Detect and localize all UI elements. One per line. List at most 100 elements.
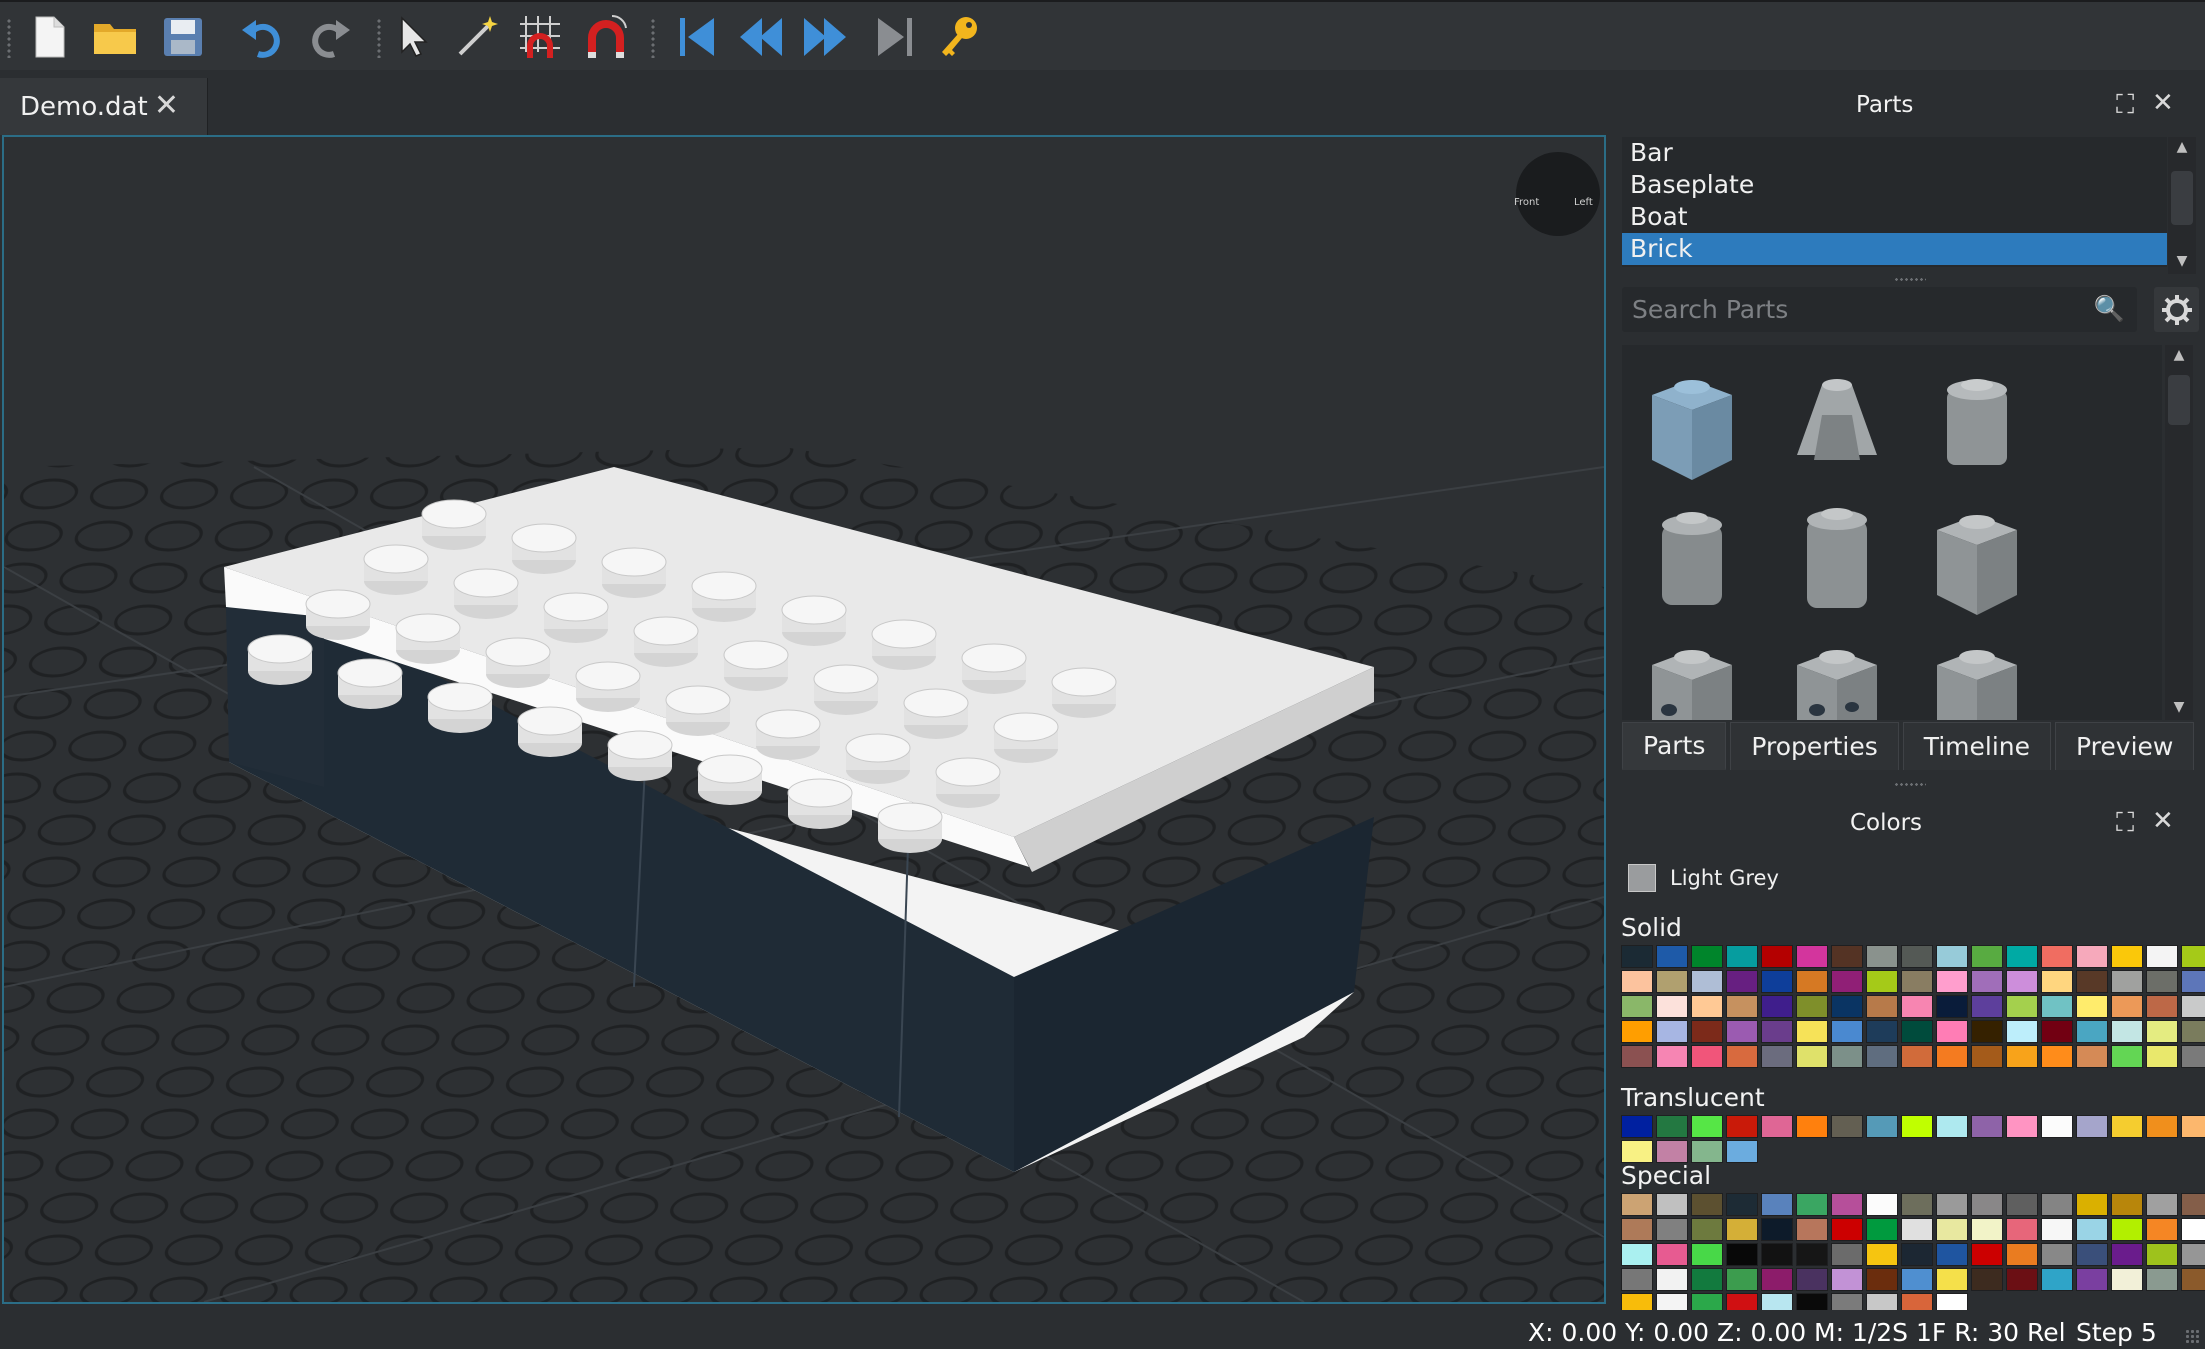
color-swatch[interactable] [1621, 945, 1653, 968]
color-swatch[interactable] [2006, 995, 2038, 1018]
scroll-up-icon[interactable]: ▲ [2168, 137, 2196, 157]
color-swatch[interactable] [1936, 1020, 1968, 1043]
color-swatch[interactable] [2181, 1020, 2205, 1043]
color-swatch[interactable] [1691, 1140, 1723, 1163]
select-tool-button[interactable] [386, 10, 440, 64]
color-swatch[interactable] [2146, 945, 2178, 968]
color-swatch[interactable] [1621, 1268, 1653, 1291]
color-swatch[interactable] [1866, 1115, 1898, 1138]
color-swatch[interactable] [1726, 1243, 1758, 1266]
color-swatch[interactable] [1901, 1045, 1933, 1068]
color-swatch[interactable] [1796, 1020, 1828, 1043]
color-swatch[interactable] [1831, 1268, 1863, 1291]
scroll-thumb[interactable] [2168, 375, 2190, 425]
list-item[interactable]: Baseplate [1622, 169, 2167, 201]
color-swatch[interactable] [1621, 1140, 1653, 1163]
part-preview-brick-grille[interactable] [1922, 500, 2032, 625]
tab-parts[interactable]: Parts [1622, 722, 1727, 770]
part-preview-cone[interactable] [1782, 365, 1892, 490]
color-swatch[interactable] [1866, 1020, 1898, 1043]
color-swatch[interactable] [1621, 1218, 1653, 1241]
color-swatch[interactable] [1621, 1045, 1653, 1068]
color-swatch[interactable] [2076, 1193, 2108, 1216]
close-icon[interactable]: ✕ [2152, 806, 2174, 836]
part-preview-brick-print[interactable] [1922, 635, 2032, 720]
color-swatch[interactable] [2006, 1193, 2038, 1216]
undock-icon[interactable]: ⛶ [2116, 90, 2134, 121]
color-swatch[interactable] [1866, 1193, 1898, 1216]
color-swatch[interactable] [1831, 1243, 1863, 1266]
redo-button[interactable] [302, 10, 356, 64]
color-swatch[interactable] [1866, 970, 1898, 993]
color-swatch[interactable] [2181, 1268, 2205, 1291]
color-swatch[interactable] [1901, 970, 1933, 993]
color-swatch[interactable] [1656, 1218, 1688, 1241]
color-swatch[interactable] [1691, 945, 1723, 968]
color-swatch[interactable] [2146, 1243, 2178, 1266]
toolbar-grip[interactable] [650, 18, 656, 58]
color-swatch[interactable] [1726, 970, 1758, 993]
color-swatch[interactable] [1691, 1045, 1723, 1068]
parts-category-list[interactable]: Bar Baseplate Boat Brick [1622, 137, 2167, 267]
color-swatch[interactable] [1691, 1193, 1723, 1216]
part-preview-brick-eyes-2[interactable] [1782, 635, 1892, 720]
part-preview-brick-1x1[interactable] [1637, 365, 1747, 490]
color-swatch[interactable] [2111, 1045, 2143, 1068]
part-preview-round-brick-2[interactable] [1637, 500, 1747, 625]
color-swatch[interactable] [1936, 1193, 1968, 1216]
color-swatch[interactable] [2076, 945, 2108, 968]
color-swatch[interactable] [1971, 1193, 2003, 1216]
close-icon[interactable]: ✕ [154, 88, 179, 123]
color-swatch[interactable] [2111, 1218, 2143, 1241]
color-swatch[interactable] [1761, 995, 1793, 1018]
color-swatch[interactable] [2111, 970, 2143, 993]
color-swatch[interactable] [1796, 970, 1828, 993]
color-swatch[interactable] [1761, 1268, 1793, 1291]
color-swatch[interactable] [2041, 1243, 2073, 1266]
color-swatch[interactable] [1656, 1243, 1688, 1266]
color-swatch[interactable] [1656, 945, 1688, 968]
color-swatch[interactable] [1796, 1045, 1828, 1068]
list-item[interactable]: Boat [1622, 201, 2167, 233]
color-swatch[interactable] [2076, 1243, 2108, 1266]
color-swatch[interactable] [2041, 1020, 2073, 1043]
color-swatch[interactable] [1796, 945, 1828, 968]
color-swatch[interactable] [2041, 1218, 2073, 1241]
scroll-down-icon[interactable]: ▼ [2165, 697, 2193, 717]
color-swatch[interactable] [2111, 945, 2143, 968]
color-swatch[interactable] [1761, 1193, 1793, 1216]
key-button[interactable] [932, 10, 986, 64]
color-swatch[interactable] [1656, 1140, 1688, 1163]
scroll-thumb[interactable] [2171, 171, 2193, 225]
color-swatch[interactable] [2076, 1218, 2108, 1241]
color-swatch[interactable] [2076, 1020, 2108, 1043]
color-swatch[interactable] [1691, 1115, 1723, 1138]
color-swatch[interactable] [1936, 1115, 1968, 1138]
color-swatch[interactable] [1901, 1268, 1933, 1291]
color-swatch[interactable] [1901, 1020, 1933, 1043]
color-swatch[interactable] [2041, 945, 2073, 968]
color-swatch[interactable] [1971, 945, 2003, 968]
color-swatch[interactable] [1621, 1115, 1653, 1138]
color-swatch[interactable] [1761, 945, 1793, 968]
color-swatch[interactable] [1761, 1243, 1793, 1266]
color-swatch[interactable] [1656, 1268, 1688, 1291]
color-swatch[interactable] [2006, 1218, 2038, 1241]
color-swatch[interactable] [2041, 1193, 2073, 1216]
search-options-button[interactable] [2154, 287, 2199, 332]
color-swatch[interactable] [2146, 1045, 2178, 1068]
color-swatch[interactable] [1691, 995, 1723, 1018]
color-swatch[interactable] [2181, 970, 2205, 993]
color-swatch[interactable] [2041, 995, 2073, 1018]
color-swatch[interactable] [1656, 1193, 1688, 1216]
color-swatch[interactable] [1901, 995, 1933, 1018]
color-swatch[interactable] [1796, 995, 1828, 1018]
search-parts-field[interactable]: Search Parts 🔍 [1622, 287, 2137, 332]
color-swatch[interactable] [1761, 1218, 1793, 1241]
color-swatch[interactable] [2006, 945, 2038, 968]
color-swatch[interactable] [1831, 1020, 1863, 1043]
color-swatch[interactable] [1866, 1218, 1898, 1241]
color-swatch[interactable] [1726, 1045, 1758, 1068]
last-step-button[interactable] [868, 10, 922, 64]
color-swatch[interactable] [1621, 1243, 1653, 1266]
